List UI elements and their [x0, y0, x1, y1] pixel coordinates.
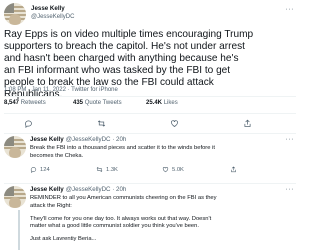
like-button[interactable]: 5.0K [162, 166, 184, 173]
tweet-text-line: supporters to breach the capitol. He's n… [4, 41, 245, 53]
author-display-name[interactable]: Jesse Kelly [30, 186, 64, 193]
reply-icon [24, 119, 32, 128]
reply-text-line: becomes the Cheka. [30, 152, 84, 159]
tweet-action-bar [4, 117, 296, 129]
tweet-timestamp[interactable]: 1:08 PM · Jan 11, 2022 · Twitter for iPh… [4, 87, 118, 93]
divider [4, 96, 296, 97]
reply-text-line: Break the FBI into a thousand pieces and… [30, 145, 215, 151]
quotes-stat[interactable]: 435 Quote Tweets [73, 100, 122, 106]
tweet-text-line: an FBI informant who was tasked by the F… [4, 65, 231, 77]
author-handle-and-time[interactable]: @JesseKellyDC · 20h [66, 136, 127, 143]
more-options-icon[interactable]: ··· [286, 136, 295, 143]
divider [4, 183, 296, 184]
quotes-count: 435 [73, 100, 84, 106]
like-icon [162, 167, 169, 173]
retweet-icon [96, 167, 103, 172]
more-options-icon[interactable]: ··· [286, 186, 295, 193]
reply-button[interactable] [21, 117, 35, 129]
retweet-icon [97, 119, 105, 127]
reply-button[interactable]: 124 [30, 166, 50, 173]
author-display-name[interactable]: Jesse Kelly [31, 5, 65, 12]
like-icon [170, 119, 178, 127]
likes-stat[interactable]: 25.4K Likes [146, 100, 178, 106]
retweets-label: Retweets [20, 100, 46, 106]
reply-tweet[interactable]: Jesse Kelly @JesseKellyDC · 20h ··· REMIN… [4, 186, 296, 250]
share-button[interactable] [240, 117, 254, 129]
reply-text-line: They'll come for you one day too. It alw… [30, 215, 212, 222]
thread-connector-line [18, 210, 20, 250]
flag-avatar-icon [4, 3, 26, 25]
quotes-label: Quote Tweets [84, 100, 122, 106]
reply-text: REMINDER to all you American communists … [30, 195, 292, 244]
author-handle[interactable]: @JesseKellyDC [31, 14, 74, 20]
retweets-stat[interactable]: 8,547 Retweets [4, 100, 46, 106]
author-display-name[interactable]: Jesse Kelly [30, 136, 64, 143]
retweet-button[interactable] [94, 117, 108, 129]
divider [4, 113, 296, 114]
tweet-text-line: and hasn't been charged with anything be… [4, 53, 239, 65]
reply-header: Jesse Kelly @JesseKellyDC · 20h [30, 136, 126, 143]
more-options-icon[interactable]: ··· [286, 6, 295, 13]
avatar[interactable] [4, 136, 26, 158]
tweet-stats: 8,547 Retweets 435 Quote Tweets 25.4K Li… [4, 100, 296, 110]
reply-count: 124 [40, 166, 50, 173]
flag-avatar-icon [4, 136, 26, 158]
reply-text-line: REMINDER to all you American communists … [30, 195, 217, 201]
reply-tweet[interactable]: Jesse Kelly @JesseKellyDC · 20h ··· Break… [4, 136, 296, 184]
author-handle-and-time[interactable]: @JesseKellyDC · 20h [66, 186, 127, 193]
flag-avatar-icon [4, 186, 26, 208]
likes-label: Likes [163, 100, 178, 106]
reply-text-line: attack the Right: [30, 202, 72, 209]
like-button[interactable] [167, 117, 181, 129]
tweet-thread-view: Jesse Kelly @JesseKellyDC ··· Ray Epps i… [0, 0, 300, 250]
avatar[interactable] [4, 186, 26, 208]
reply-text-line: Just ask Lavrentiy Beria... [30, 236, 97, 243]
reply-action-bar: 124 1.3K 5.0K [30, 166, 292, 175]
like-count: 5.0K [172, 166, 184, 173]
main-tweet-header: Jesse Kelly @JesseKellyDC ··· [4, 2, 296, 26]
retweet-count: 1.3K [106, 166, 118, 173]
avatar[interactable] [4, 3, 26, 25]
share-button[interactable] [230, 166, 237, 173]
share-icon [231, 166, 236, 173]
reply-icon [30, 167, 37, 173]
retweets-count: 8,547 [4, 100, 20, 106]
reply-text: Break the FBI into a thousand pieces and… [30, 145, 292, 161]
reply-header: Jesse Kelly @JesseKellyDC · 20h [30, 186, 126, 193]
share-icon [244, 119, 250, 127]
divider [4, 133, 296, 134]
likes-count: 25.4K [146, 100, 163, 106]
tweet-text-line: Ray Epps is on video multiple times enco… [4, 29, 254, 40]
retweet-button[interactable]: 1.3K [96, 166, 118, 173]
reply-text-line: matter what a good little communist sold… [30, 223, 199, 230]
